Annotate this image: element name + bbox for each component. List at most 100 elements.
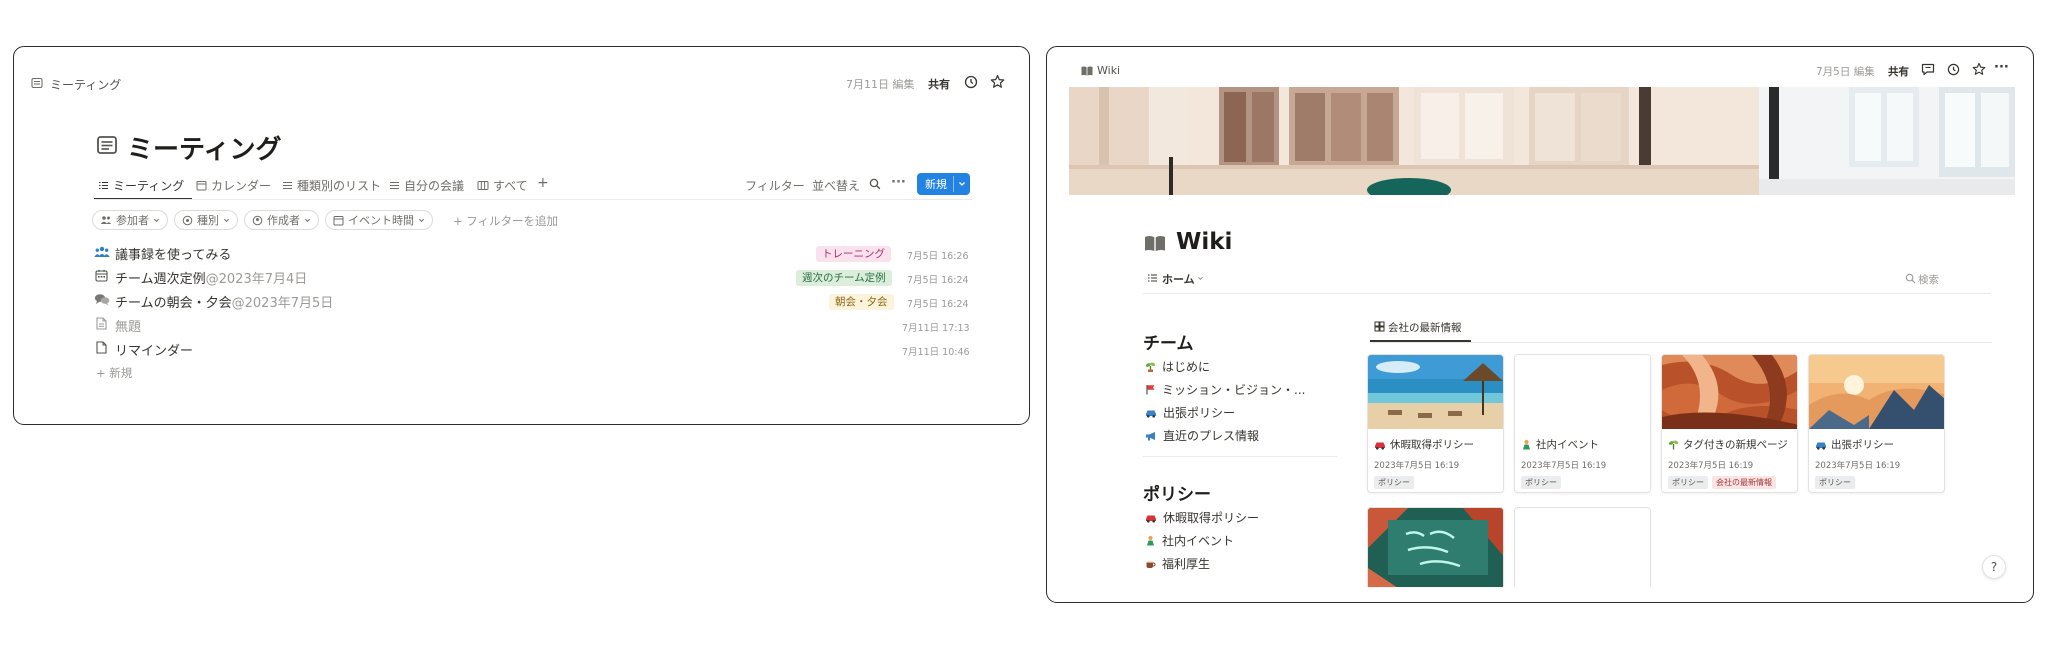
chevron-down-icon[interactable] (958, 180, 966, 188)
help-button[interactable]: ? (1982, 555, 2006, 579)
card-cover-sunset (1809, 355, 1944, 429)
tab-my-meetings[interactable]: 自分の会議 (389, 177, 464, 194)
gallery-card[interactable]: タグ付きの新規ページ 2023年7月5日 16:19 ポリシー 会社の最新情報 (1661, 354, 1798, 493)
coffee-icon (1146, 561, 1156, 568)
page-icon (96, 341, 107, 354)
view-divider (1143, 293, 1991, 294)
card-date: 2023年7月5日 16:19 (1815, 461, 1901, 471)
nav-item-label: 直近のプレス情報 (1163, 429, 1260, 443)
star-icon[interactable] (1972, 62, 1986, 76)
card-date: 2023年7月5日 16:19 (1374, 461, 1460, 471)
new-button[interactable]: 新規 (917, 173, 970, 195)
new-button-label: 新規 (925, 178, 947, 191)
breadcrumb[interactable]: ミーティング (50, 76, 121, 93)
row-title[interactable]: リマインダー (115, 340, 193, 359)
card-cover-neon (1368, 508, 1503, 587)
team-heading: チーム (1143, 334, 1194, 354)
search-label[interactable]: 検索 (1918, 272, 1939, 287)
chevron-down-icon (153, 218, 160, 222)
nav-item-company-event[interactable]: 社内イベント (1145, 532, 1234, 549)
person-icon (1523, 440, 1530, 450)
card-cover-canyon (1662, 355, 1797, 429)
nav-item-label: 出張ポリシー (1163, 406, 1236, 420)
filter-chip-type[interactable]: 種別 (174, 210, 238, 230)
car-icon (1375, 442, 1385, 450)
card-title-text: 社内イベント (1536, 439, 1599, 451)
new-row-button[interactable]: + 新規 (96, 365, 132, 381)
card-tag: 会社の最新情報 (1712, 476, 1776, 489)
add-view-button[interactable]: + (537, 175, 549, 191)
book-icon (1144, 235, 1166, 252)
car-icon (1146, 515, 1156, 523)
filter-button[interactable]: フィルター (745, 177, 805, 194)
card-title-text: 出張ポリシー (1831, 439, 1894, 451)
nav-item-intro[interactable]: はじめに (1145, 358, 1210, 375)
row-title[interactable]: 無題 (115, 316, 141, 335)
people-icon (94, 246, 110, 258)
filter-chip-creator[interactable]: 作成者 (244, 210, 319, 230)
filter-chip-event-time[interactable]: イベント時間 (325, 210, 433, 230)
history-icon[interactable] (964, 75, 978, 89)
more-options-button[interactable]: ··· (891, 175, 906, 190)
last-edited: 7月11日 編集 (846, 78, 915, 91)
select-icon (182, 215, 193, 225)
row-title[interactable]: チームの朝会・夕会@2023年7月5日 (115, 292, 333, 311)
nav-item-vacation-policy[interactable]: 休暇取得ポリシー (1145, 509, 1259, 526)
nav-item-press[interactable]: 直近のプレス情報 (1145, 427, 1259, 444)
gallery-divider (1370, 342, 1992, 343)
gallery-card[interactable]: 社内イベント 2023年7月5日 16:19 ポリシー (1514, 354, 1651, 493)
seedling-icon (1668, 440, 1679, 450)
history-icon[interactable] (1947, 63, 1960, 76)
card-title-text: タグ付きの新規ページ (1683, 439, 1788, 451)
filter-chip-participants[interactable]: 参加者 (92, 210, 168, 230)
nav-item-benefits[interactable]: 福利厚生 (1145, 555, 1210, 572)
view-selector[interactable]: ホーム (1162, 271, 1195, 287)
row-time: 7月5日 16:24 (907, 275, 969, 286)
page-title: ミーティング (127, 135, 282, 165)
more-options-button[interactable]: ··· (1994, 60, 2009, 75)
tab-meeting[interactable]: ミーティング (98, 177, 184, 194)
search-icon[interactable] (869, 178, 881, 190)
calendar-icon (95, 269, 108, 282)
gallery-card[interactable]: 出張ポリシー 2023年7月5日 16:19 ポリシー (1808, 354, 1945, 493)
chevron-down-icon (304, 218, 311, 222)
share-button[interactable]: 共有 (1888, 64, 1909, 79)
comment-icon[interactable] (1921, 63, 1935, 76)
policy-heading: ポリシー (1143, 485, 1211, 505)
tab-label: すべて (493, 179, 528, 193)
filter-chip-label: 作成者 (267, 214, 300, 227)
gallery-card[interactable]: 休暇取得ポリシー 2023年7月5日 16:19 ポリシー (1367, 354, 1504, 493)
card-tag: ポリシー (1374, 476, 1414, 489)
row-title-text: チーム週次定例 (115, 272, 206, 287)
page-icon (96, 317, 107, 330)
tab-list-by-type[interactable]: 種類別のリスト (282, 177, 381, 194)
row-title[interactable]: チーム週次定例@2023年7月4日 (115, 268, 307, 287)
star-icon[interactable] (990, 74, 1005, 89)
card-cover-empty (1515, 355, 1650, 429)
gallery-card[interactable] (1367, 507, 1504, 587)
flag-icon (1146, 385, 1155, 395)
tab-calendar[interactable]: カレンダー (196, 177, 271, 194)
meeting-window: ミーティング 7月11日 編集 共有 ミーティング ミーティング カレンダー 種… (13, 46, 1030, 425)
search-icon[interactable] (1905, 273, 1916, 284)
nav-item-travel-policy[interactable]: 出張ポリシー (1145, 404, 1235, 421)
page-icon-small (31, 77, 43, 89)
card-title: 出張ポリシー (1815, 437, 1894, 452)
chat-bubbles-icon (94, 293, 110, 306)
gallery-card[interactable] (1514, 507, 1651, 587)
breadcrumb[interactable]: Wiki (1097, 64, 1120, 77)
row-date-mention: @2023年7月4日 (205, 272, 308, 287)
share-button[interactable]: 共有 (928, 76, 950, 92)
tab-all[interactable]: すべて (477, 177, 528, 194)
card-tag: ポリシー (1668, 476, 1708, 489)
gallery-tab-label[interactable]: 会社の最新情報 (1388, 320, 1462, 335)
calendar-icon (196, 181, 207, 191)
row-title[interactable]: 議事録を使ってみる (115, 244, 231, 263)
chevron-down-icon[interactable] (1197, 275, 1204, 282)
nav-item-mission[interactable]: ミッション・ビジョン・... (1145, 381, 1305, 398)
person-icon (1147, 536, 1154, 546)
row-time: 7月5日 16:24 (907, 299, 969, 310)
add-filter-button[interactable]: + フィルターを追加 (453, 213, 558, 229)
sort-button[interactable]: 並べ替え (812, 177, 860, 194)
tag-training: トレーニング (816, 246, 891, 262)
